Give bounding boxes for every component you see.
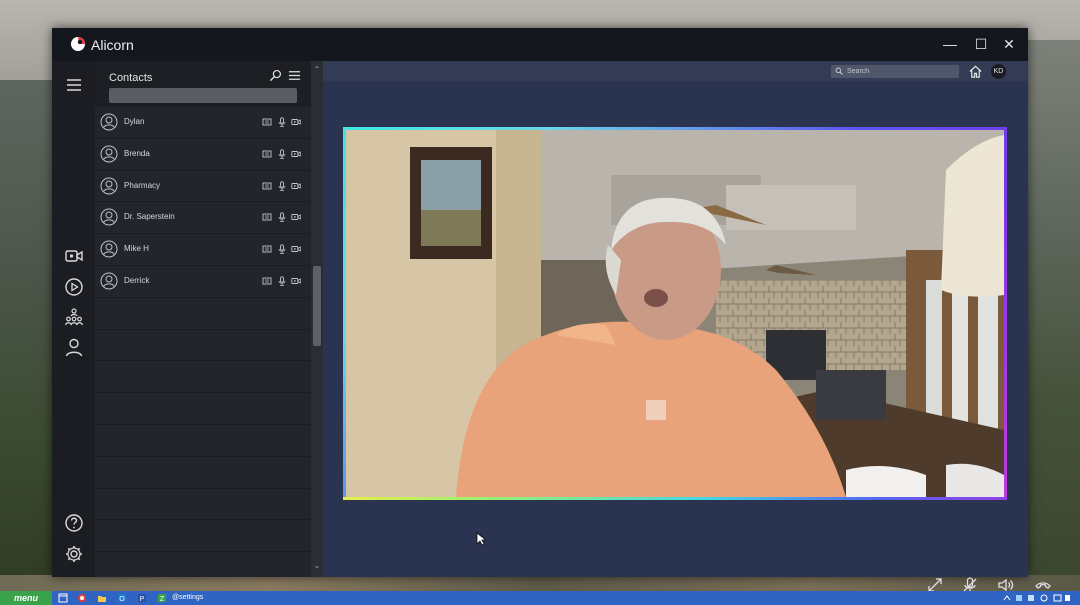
contact-avatar-icon bbox=[100, 113, 118, 131]
message-icon[interactable] bbox=[262, 149, 272, 159]
contact-avatar-icon bbox=[100, 240, 118, 258]
z-app-icon[interactable]: Z bbox=[157, 593, 167, 603]
desktop-mountain-left bbox=[0, 80, 60, 600]
svg-text:Z: Z bbox=[160, 596, 165, 603]
title-bar: Alicorn — ☐ ✕ bbox=[52, 28, 1028, 61]
contact-row[interactable]: Brenda bbox=[95, 139, 311, 171]
video-icon[interactable] bbox=[291, 117, 301, 127]
video-camera-icon[interactable] bbox=[64, 246, 84, 266]
empty-contact-row bbox=[95, 393, 311, 425]
empty-contact-row bbox=[95, 489, 311, 521]
message-icon[interactable] bbox=[262, 244, 272, 254]
video-icon[interactable] bbox=[291, 276, 301, 286]
maximize-button[interactable]: ☐ bbox=[970, 34, 992, 54]
taskbar: menu O P Z @settings bbox=[0, 591, 1080, 605]
contacts-search-input[interactable] bbox=[109, 88, 297, 103]
minimize-button[interactable]: — bbox=[939, 34, 961, 54]
alicorn-logo-icon bbox=[71, 37, 85, 51]
desktop-ground bbox=[0, 575, 1080, 591]
contact-name: Brenda bbox=[124, 148, 150, 158]
help-icon[interactable] bbox=[64, 513, 84, 533]
gear-icon[interactable] bbox=[64, 544, 84, 564]
outlook-icon[interactable]: O bbox=[117, 593, 127, 603]
play-icon[interactable] bbox=[64, 277, 84, 297]
contact-row[interactable]: Dylan bbox=[95, 107, 311, 139]
contact-name: Dylan bbox=[124, 117, 145, 126]
scroll-thumb[interactable] bbox=[313, 266, 321, 346]
home-icon[interactable] bbox=[968, 64, 983, 79]
user-icon[interactable] bbox=[64, 337, 84, 357]
contact-avatar-icon bbox=[100, 145, 118, 163]
window-icon[interactable] bbox=[58, 593, 68, 603]
microphone-icon[interactable] bbox=[277, 244, 287, 255]
list-menu-icon[interactable] bbox=[288, 69, 301, 82]
contact-name: Dr. Saperstein bbox=[124, 212, 175, 222]
contact-avatar-icon bbox=[100, 177, 118, 195]
svg-text:O: O bbox=[119, 596, 125, 603]
video-scene-image bbox=[346, 130, 1004, 497]
microphone-icon[interactable] bbox=[277, 117, 287, 127]
contacts-title: Contacts bbox=[109, 72, 153, 84]
close-button[interactable]: ✕ bbox=[998, 34, 1020, 54]
microphone-icon[interactable] bbox=[277, 276, 287, 286]
remote-video bbox=[346, 130, 1004, 497]
contact-row[interactable]: Mike H bbox=[95, 234, 311, 266]
app-title: Alicorn bbox=[91, 37, 134, 53]
contacts-header: Contacts bbox=[95, 61, 311, 107]
contact-row[interactable]: Dr. Saperstein bbox=[95, 202, 311, 235]
menu-icon[interactable] bbox=[64, 75, 84, 95]
empty-contact-row bbox=[95, 425, 311, 457]
contact-row[interactable]: Pharmacy bbox=[95, 171, 311, 203]
video-frame bbox=[343, 127, 1007, 500]
contacts-scrollbar[interactable]: ⌃ ⌄ bbox=[311, 61, 323, 577]
message-icon[interactable] bbox=[262, 181, 272, 191]
contact-name: Pharmacy bbox=[124, 180, 161, 190]
record-icon[interactable] bbox=[77, 593, 87, 603]
contact-row[interactable]: Derrick bbox=[95, 266, 311, 298]
microphone-icon[interactable] bbox=[277, 180, 287, 191]
global-search-input[interactable] bbox=[831, 65, 959, 78]
microphone-icon[interactable] bbox=[277, 149, 287, 159]
search-glass-icon bbox=[835, 67, 843, 75]
microphone-icon[interactable] bbox=[277, 212, 287, 223]
folder-icon[interactable] bbox=[97, 593, 107, 603]
message-icon[interactable] bbox=[262, 117, 272, 127]
group-icon[interactable] bbox=[64, 307, 84, 327]
desktop-mountain-right bbox=[1024, 40, 1080, 600]
search-icon[interactable] bbox=[269, 69, 282, 82]
message-icon[interactable] bbox=[262, 276, 272, 286]
start-menu-button[interactable]: menu bbox=[0, 591, 52, 605]
user-avatar-badge[interactable]: KD bbox=[991, 64, 1006, 79]
mouse-cursor-icon bbox=[476, 532, 486, 546]
empty-contact-row bbox=[95, 298, 311, 330]
message-icon[interactable] bbox=[262, 212, 272, 222]
call-area: KD bbox=[323, 61, 1051, 592]
empty-contact-row bbox=[95, 361, 311, 394]
taskbar-task-settings[interactable]: @settings bbox=[172, 593, 203, 603]
scroll-down-icon[interactable]: ⌄ bbox=[312, 561, 322, 571]
contact-avatar-icon bbox=[100, 208, 118, 226]
video-icon[interactable] bbox=[291, 149, 301, 159]
system-tray[interactable] bbox=[1002, 593, 1072, 603]
p-app-icon[interactable]: P bbox=[137, 593, 147, 603]
empty-contact-row bbox=[95, 330, 311, 362]
contact-name: Mike H bbox=[124, 244, 149, 254]
video-icon[interactable] bbox=[291, 181, 301, 191]
scroll-up-icon[interactable]: ⌃ bbox=[312, 65, 322, 75]
app-window: Alicorn — ☐ ✕ Contacts Dylan Brenda Phar… bbox=[52, 28, 1051, 592]
top-bar: KD bbox=[323, 61, 1028, 81]
contact-avatar-icon bbox=[100, 272, 118, 290]
empty-contact-row bbox=[95, 457, 311, 489]
empty-contact-row bbox=[95, 520, 311, 553]
video-icon[interactable] bbox=[291, 244, 301, 254]
contacts-panel: Contacts Dylan Brenda Pharmacy Dr. Saperste… bbox=[95, 61, 311, 577]
contact-list: Dylan Brenda Pharmacy Dr. Saperstein Mike H D… bbox=[95, 107, 311, 577]
icon-rail bbox=[52, 61, 95, 577]
contact-name: Derrick bbox=[124, 275, 150, 285]
video-icon[interactable] bbox=[291, 212, 301, 222]
svg-text:P: P bbox=[140, 596, 145, 603]
